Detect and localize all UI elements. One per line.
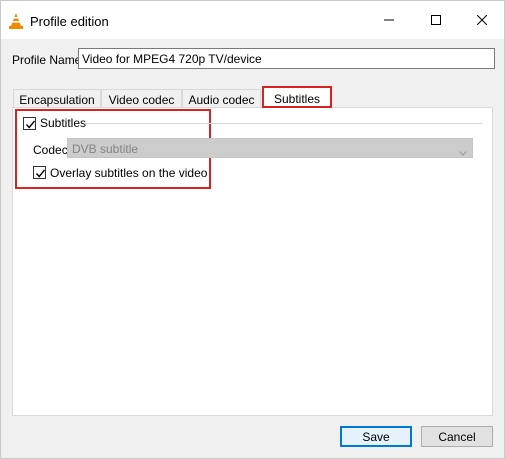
close-icon bbox=[477, 15, 487, 25]
subtitles-checkbox-label[interactable]: Subtitles bbox=[40, 116, 86, 130]
profile-name-input[interactable] bbox=[78, 48, 495, 69]
tab-encapsulation[interactable]: Encapsulation bbox=[13, 89, 101, 108]
tab-video-codec[interactable]: Video codec bbox=[101, 89, 182, 108]
overlay-subtitles-label[interactable]: Overlay subtitles on the video bbox=[50, 166, 207, 180]
maximize-button[interactable] bbox=[413, 1, 459, 39]
minimize-button[interactable] bbox=[366, 1, 412, 39]
vlc-cone-icon bbox=[9, 13, 23, 29]
codec-select-value: DVB subtitle bbox=[72, 142, 139, 156]
close-button[interactable] bbox=[459, 1, 505, 39]
profile-name-label: Profile Name bbox=[12, 53, 82, 67]
codec-select[interactable]: DVB subtitle bbox=[67, 138, 473, 158]
checkmark-icon bbox=[35, 169, 46, 178]
title-bar: Profile edition bbox=[1, 1, 504, 39]
codec-label: Codec bbox=[33, 143, 68, 157]
minimize-icon bbox=[384, 19, 394, 21]
save-button[interactable]: Save bbox=[340, 426, 412, 447]
checkmark-icon bbox=[25, 120, 36, 129]
profile-edition-dialog: Profile edition Profile Name Encapsulati… bbox=[0, 0, 505, 459]
maximize-icon bbox=[431, 15, 441, 25]
window-title: Profile edition bbox=[30, 14, 109, 29]
subtitles-checkbox[interactable] bbox=[23, 117, 36, 130]
overlay-subtitles-checkbox[interactable] bbox=[33, 166, 46, 179]
chevron-down-icon bbox=[459, 145, 467, 159]
group-divider bbox=[84, 123, 482, 124]
cancel-button[interactable]: Cancel bbox=[421, 426, 493, 447]
tab-subtitles[interactable]: Subtitles bbox=[262, 86, 332, 108]
tab-audio-codec[interactable]: Audio codec bbox=[182, 89, 261, 108]
